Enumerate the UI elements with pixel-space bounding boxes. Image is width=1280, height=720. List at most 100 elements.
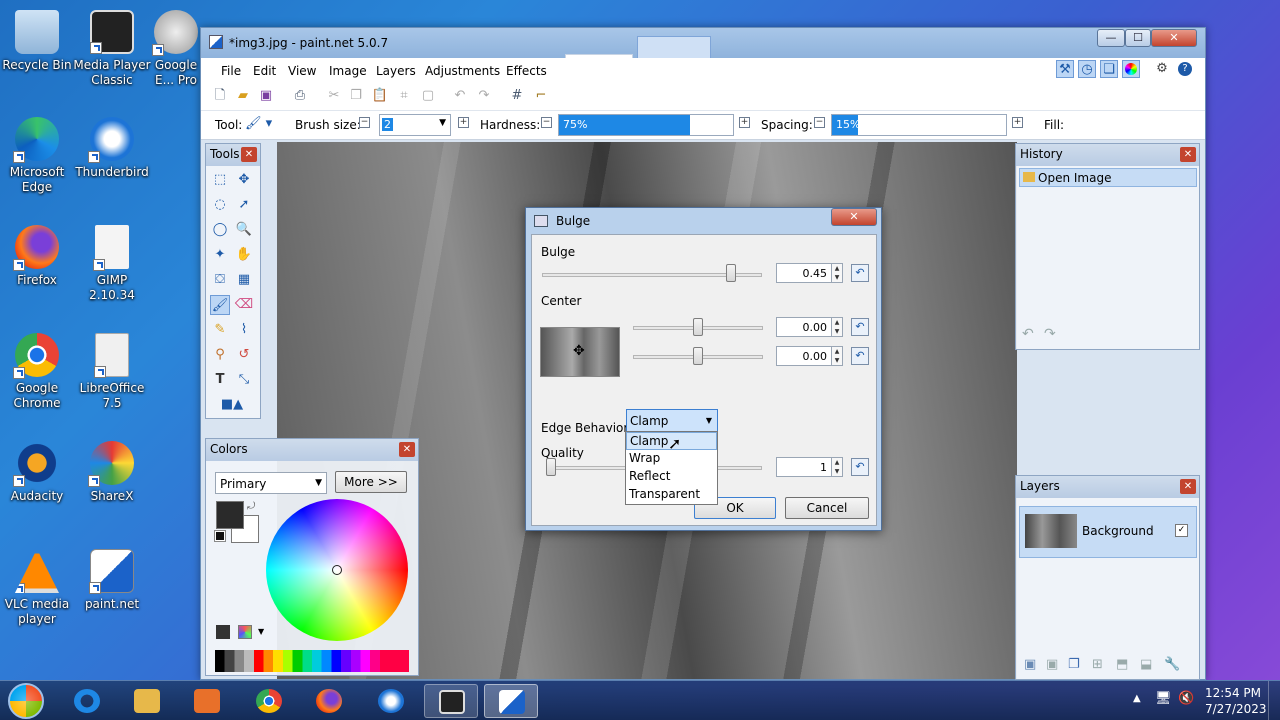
layer-row[interactable]: Background ✓ xyxy=(1019,506,1197,558)
menu-file[interactable]: File xyxy=(221,64,241,78)
taskbar-firefox[interactable] xyxy=(302,684,356,718)
menu-effects[interactable]: Effects xyxy=(506,64,547,78)
menu-adjustments[interactable]: Adjustments xyxy=(425,64,500,78)
line-curve-icon[interactable]: ⤡ xyxy=(234,370,254,390)
center-x-slider-thumb[interactable] xyxy=(693,318,703,336)
menu-view[interactable]: View xyxy=(288,64,316,78)
colors-panel-header[interactable]: Colors ✕ xyxy=(206,439,418,461)
taskbar-chrome[interactable] xyxy=(242,684,296,718)
ruler-icon[interactable]: ⌐ xyxy=(532,87,550,105)
bulge-spinner[interactable]: ▲ ▼ xyxy=(831,263,843,283)
clock-date[interactable]: 7/27/2023 xyxy=(1205,702,1267,716)
desktop-icon-media-player[interactable]: Media Player Classic xyxy=(72,10,152,88)
quality-slider-thumb[interactable] xyxy=(546,458,556,476)
merge-layer-icon[interactable]: ⊞ xyxy=(1092,657,1103,672)
move-selection-icon[interactable]: ➚ xyxy=(234,195,254,215)
text-icon[interactable]: T xyxy=(210,370,230,390)
new-image-icon[interactable]: 🗋 xyxy=(211,87,229,105)
close-button[interactable]: ✕ xyxy=(1151,29,1197,47)
dialog-close-button[interactable]: ✕ xyxy=(831,208,877,226)
move-layer-down-icon[interactable]: ⬓ xyxy=(1140,657,1152,672)
tools-panel-close-icon[interactable]: ✕ xyxy=(241,147,257,162)
history-redo-icon[interactable]: ↷ xyxy=(1044,326,1056,342)
center-y-slider-thumb[interactable] xyxy=(693,347,703,365)
colors-panel-close-icon[interactable]: ✕ xyxy=(399,442,415,457)
layer-visibility-checkbox[interactable]: ✓ xyxy=(1175,524,1188,537)
network-icon[interactable]: 🖥 xyxy=(1155,691,1172,706)
taskbar-ie[interactable] xyxy=(60,684,114,718)
add-to-palette-icon[interactable] xyxy=(216,625,230,639)
copy-icon[interactable]: ❐ xyxy=(347,87,365,105)
maximize-button[interactable]: ☐ xyxy=(1125,29,1151,47)
open-icon[interactable]: ▰ xyxy=(234,87,252,105)
desktop-icon-sharex[interactable]: ShareX xyxy=(72,441,152,504)
center-y-spinner[interactable]: ▲ ▼ xyxy=(831,346,843,366)
palette-menu-icon[interactable] xyxy=(238,625,252,639)
magic-wand-icon[interactable]: ✦ xyxy=(210,245,230,265)
tools-panel-toggle-icon[interactable]: ⚒ xyxy=(1056,60,1074,78)
brush-size-decrease-button[interactable]: − xyxy=(359,117,370,128)
edge-behavior-select[interactable]: Clamp ▼ xyxy=(626,409,718,432)
pan-icon[interactable]: ✋ xyxy=(234,245,254,265)
desktop-icon-audacity[interactable]: Audacity xyxy=(0,441,77,504)
menu-layers[interactable]: Layers xyxy=(376,64,416,78)
colors-panel-toggle-icon[interactable] xyxy=(1122,60,1140,78)
rectangle-select-icon[interactable]: ⬚ xyxy=(210,170,230,190)
layer-properties-icon[interactable]: 🔧 xyxy=(1164,657,1180,672)
hardness-slider[interactable]: 75% xyxy=(558,114,734,136)
center-x-value-field[interactable]: 0.00 xyxy=(776,317,832,337)
minimize-button[interactable]: — xyxy=(1097,29,1125,47)
desktop-icon-firefox[interactable]: Firefox xyxy=(0,225,77,288)
paste-icon[interactable]: 📋 xyxy=(371,87,389,105)
ellipse-select-icon[interactable]: ◯ xyxy=(210,220,230,240)
color-palette[interactable] xyxy=(215,650,409,672)
taskbar-thunderbird[interactable] xyxy=(364,684,418,718)
tools-panel-header[interactable]: Tools ✕ xyxy=(206,144,260,166)
print-icon[interactable]: ⎙ xyxy=(291,87,309,105)
lasso-select-icon[interactable]: ◌ xyxy=(210,195,230,215)
eraser-icon[interactable]: ⌫ xyxy=(234,295,254,315)
history-panel-close-icon[interactable]: ✕ xyxy=(1180,147,1196,162)
edge-option-transparent[interactable]: Transparent xyxy=(626,486,717,504)
color-wheel[interactable] xyxy=(266,499,408,641)
desktop-icon-chrome[interactable]: Google Chrome xyxy=(0,333,77,411)
spacing-slider[interactable]: 15% xyxy=(831,114,1007,136)
center-y-reset-icon[interactable]: ↶ xyxy=(851,347,869,365)
layers-panel-toggle-icon[interactable]: ❏ xyxy=(1100,60,1118,78)
desktop-icon-edge[interactable]: Microsoft Edge xyxy=(0,117,77,195)
duplicate-layer-icon[interactable]: ❐ xyxy=(1068,657,1080,672)
center-x-reset-icon[interactable]: ↶ xyxy=(851,318,869,336)
desktop-icon-libreoffice[interactable]: LibreOffice 7.5 xyxy=(72,333,152,411)
save-icon[interactable]: ▣ xyxy=(257,87,275,105)
bulge-reset-icon[interactable]: ↶ xyxy=(851,264,869,282)
help-icon[interactable]: ? xyxy=(1176,60,1194,78)
grid-icon[interactable]: # xyxy=(508,87,526,105)
history-panel-toggle-icon[interactable]: ◷ xyxy=(1078,60,1096,78)
color-picker-icon[interactable]: ⌇ xyxy=(234,320,254,340)
brush-size-combobox[interactable]: 2 ▼ xyxy=(379,114,451,136)
clock-time[interactable]: 12:54 PM xyxy=(1205,686,1261,700)
taskbar-media-player[interactable] xyxy=(180,684,234,718)
reset-colors-icon[interactable] xyxy=(214,530,226,542)
swap-colors-icon[interactable]: ⤾ xyxy=(247,501,255,512)
quality-reset-icon[interactable]: ↶ xyxy=(851,458,869,476)
paint-bucket-icon[interactable]: ⛋ xyxy=(210,270,230,290)
quality-value-field[interactable]: 1 xyxy=(776,457,832,477)
shapes-icon[interactable]: ■▲ xyxy=(210,395,254,415)
cut-icon[interactable]: ✂ xyxy=(325,87,343,105)
more-colors-button[interactable]: More >> xyxy=(335,471,407,493)
center-x-spinner[interactable]: ▲ ▼ xyxy=(831,317,843,337)
start-button-icon[interactable] xyxy=(8,683,44,719)
desktop-icon-paintnet[interactable]: paint.net xyxy=(72,549,152,612)
gradient-icon[interactable]: ▦ xyxy=(234,270,254,290)
tool-selector-brush-icon[interactable]: 🖌 ▾ xyxy=(245,116,272,131)
desktop-icon-gimp[interactable]: GIMP 2.10.34 xyxy=(72,225,152,303)
spacing-increase-button[interactable]: + xyxy=(1012,117,1023,128)
desktop-icon-google-earth[interactable]: Google E... Pro xyxy=(146,10,206,88)
pencil-icon[interactable]: ✎ xyxy=(210,320,230,340)
redo-icon[interactable]: ↷ xyxy=(475,87,493,105)
paintbrush-icon[interactable]: 🖌 xyxy=(210,295,230,315)
recolor-icon[interactable]: ↺ xyxy=(234,345,254,365)
settings-gear-icon[interactable]: ⚙ xyxy=(1153,60,1171,78)
move-selected-icon[interactable]: ✥ xyxy=(234,170,254,190)
